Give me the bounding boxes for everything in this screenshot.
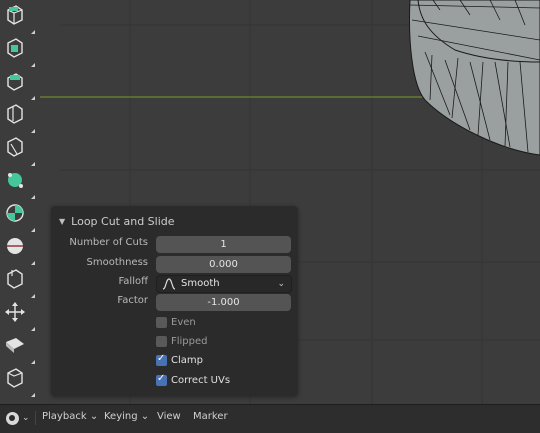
playback-menu[interactable]: Playback ⌄ [42,411,98,422]
tool-button[interactable] [4,70,36,102]
playback-label: Playback [42,411,87,422]
submenu-corner-icon [31,294,35,298]
number-of-cuts-label: Number of Cuts [69,237,148,248]
clamp-checkbox-box[interactable] [156,353,167,366]
falloff-value: Smooth [181,278,220,289]
divider [35,411,36,425]
submenu-corner-icon [31,162,35,166]
correct-uvs-checkbox[interactable]: Correct UVs [156,373,231,386]
factor-label: Factor [117,295,148,306]
tool-button[interactable] [4,169,36,201]
timeline-header: ⌄ Playback ⌄ Keying ⌄ View Marker [0,404,540,433]
submenu-corner-icon [31,327,35,331]
mesh-object[interactable] [409,0,540,156]
tool-button[interactable] [4,103,36,135]
falloff-row: Falloff Smooth ⌄ [51,275,298,293]
shear-icon [7,368,23,388]
tool-button[interactable] [4,268,36,300]
tool-shelf [2,4,40,400]
correct-uvs-label: Correct UVs [171,375,231,386]
submenu-corner-icon [31,195,35,199]
extrude-along-normals-icon [7,38,23,58]
operator-panel-header[interactable]: ▼ Loop Cut and Slide [59,212,175,230]
submenu-corner-icon [31,63,35,67]
submenu-corner-icon [31,261,35,265]
spin-icon [7,238,23,254]
chevron-down-icon: ⌄ [89,411,99,422]
number-of-cuts-field[interactable]: 1 [156,236,291,253]
inset-faces-icon [7,73,23,91]
tool-button[interactable] [4,37,36,69]
factor-field[interactable]: -1.000 [156,294,291,311]
correct-uvs-checkbox-box[interactable] [156,373,167,386]
tool-button[interactable] [4,301,36,333]
tool-button[interactable] [4,136,36,168]
keying-label: Keying [104,411,138,422]
keying-menu[interactable]: Keying ⌄ [104,411,149,422]
even-label: Even [171,317,196,328]
even-checkbox-box[interactable] [156,317,167,328]
chevron-down-icon: ⌄ [277,279,285,289]
clamp-label: Clamp [171,355,203,366]
edge-slide-icon [5,302,25,322]
falloff-dropdown[interactable]: Smooth ⌄ [156,275,292,293]
flipped-label: Flipped [171,336,208,347]
bevel-icon [7,104,23,124]
operator-panel-title: Loop Cut and Slide [71,214,175,228]
marker-menu[interactable]: Marker [193,411,228,422]
chevron-down-icon: ⌄ [140,411,150,422]
submenu-corner-icon [31,393,35,397]
smoothness-row: Smoothness 0.000 [51,256,298,273]
collapse-triangle-icon[interactable]: ▼ [59,217,65,226]
loop-cut-icon [7,137,23,157]
editor-type-button[interactable]: ⌄ [6,410,30,426]
shrink-fatten-icon [6,338,24,353]
factor-row: Factor -1.000 [51,294,298,311]
chevron-down-icon: ⌄ [22,413,30,423]
flipped-checkbox[interactable]: Flipped [156,336,208,347]
operator-panel[interactable]: ▼ Loop Cut and Slide Number of Cuts 1 Sm… [51,206,298,396]
extrude-region-icon [7,5,23,25]
smoothness-field[interactable]: 0.000 [156,256,291,273]
tool-button[interactable] [4,334,36,366]
submenu-corner-icon [31,30,35,34]
submenu-corner-icon [31,228,35,232]
tool-button[interactable] [4,367,36,399]
clamp-checkbox[interactable]: Clamp [156,353,203,366]
tool-button[interactable] [4,235,36,267]
smooth-icon [7,269,23,289]
smoothness-label: Smoothness [86,257,149,268]
number-of-cuts-row: Number of Cuts 1 [51,236,298,253]
submenu-corner-icon [31,129,35,133]
poly-build-icon [6,204,24,222]
falloff-label: Falloff [118,276,148,287]
smooth-falloff-icon [162,278,176,290]
knife-icon [8,173,23,188]
submenu-corner-icon [31,360,35,364]
tool-button[interactable] [4,202,36,234]
tool-button[interactable] [4,4,36,36]
clock-icon [6,411,19,425]
view-menu[interactable]: View [157,411,181,422]
even-checkbox[interactable]: Even [156,317,196,328]
flipped-checkbox-box[interactable] [156,336,167,347]
submenu-corner-icon [31,96,35,100]
